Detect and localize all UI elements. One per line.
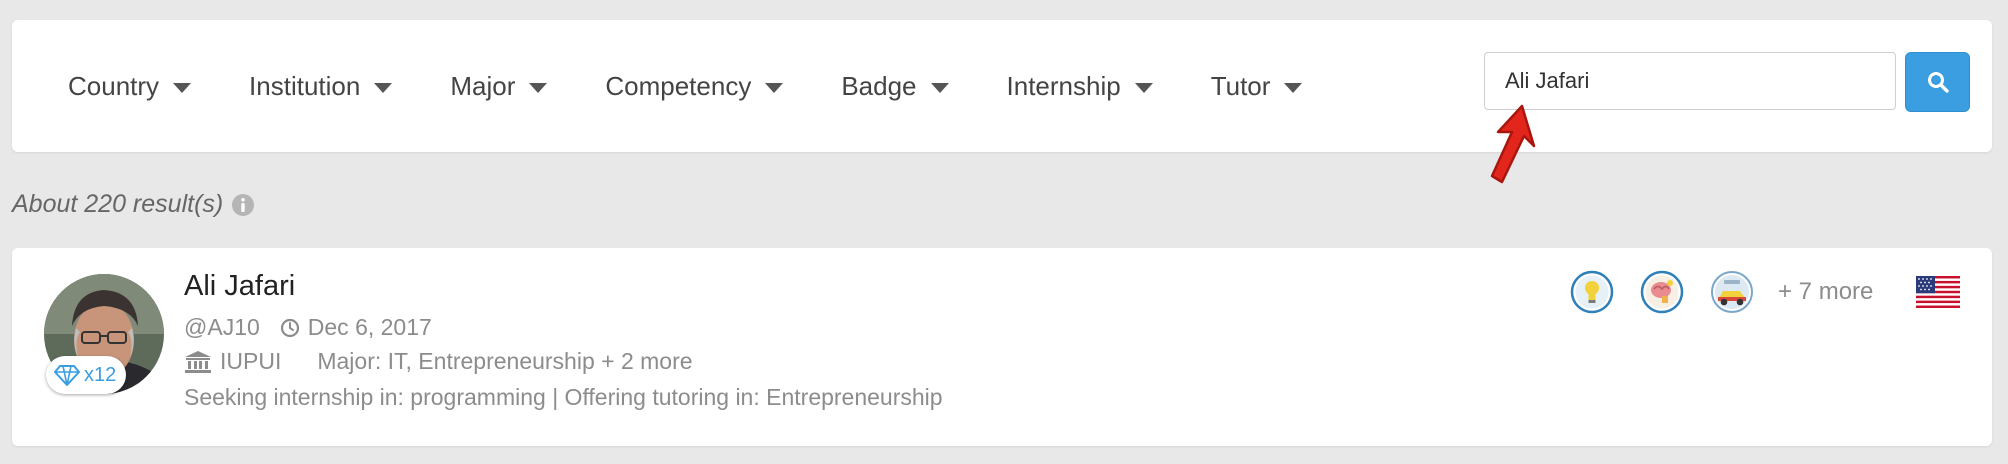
filter-tutor-label: Tutor — [1210, 70, 1271, 101]
institution-name: IUPUI — [220, 348, 282, 374]
meta-institution-major: IUPUI Major: IT, Entrepreneurship + 2 mo… — [184, 348, 693, 375]
seeking-offering-text: Seeking internship in: programming | Off… — [184, 384, 943, 410]
filter-country-label: Country — [68, 70, 160, 101]
filter-competency-label: Competency — [605, 70, 752, 101]
chevron-down-icon — [173, 83, 192, 93]
search-button[interactable] — [1905, 52, 1970, 112]
filter-country[interactable]: Country — [68, 70, 192, 102]
join-date-text: Dec 6, 2017 — [307, 314, 432, 340]
chevron-down-icon — [529, 83, 548, 93]
chevron-down-icon — [374, 83, 393, 93]
us-flag-icon — [1916, 276, 1960, 308]
more-badges-link[interactable]: + 7 more — [1778, 278, 1873, 306]
filter-major-label: Major — [450, 70, 516, 101]
chevron-down-icon — [765, 83, 784, 93]
badge-list: + 7 more — [1570, 270, 1873, 314]
chevron-down-icon — [1284, 83, 1303, 93]
filter-tutor[interactable]: Tutor — [1211, 71, 1303, 102]
result-card[interactable]: x12 Ali Jafari @AJ10 Dec 6, 2017 IUPUI M… — [12, 248, 1992, 446]
join-date: Dec 6, 2017 — [280, 314, 432, 341]
race-car-badge-icon[interactable] — [1710, 270, 1754, 314]
filter-badge[interactable]: Badge — [841, 70, 949, 102]
chevron-down-icon — [1134, 83, 1153, 93]
filter-badge-label: Badge — [841, 70, 917, 101]
results-count: About 220 result(s) — [12, 190, 255, 219]
chevron-down-icon — [930, 83, 949, 93]
filter-dropdowns: Country Institution Major Competency Bad… — [68, 20, 1360, 152]
filter-major[interactable]: Major — [450, 70, 548, 102]
brain-badge-icon[interactable] — [1640, 270, 1684, 314]
filter-institution-label: Institution — [249, 70, 361, 101]
user-name[interactable]: Ali Jafari — [184, 270, 295, 303]
filter-internship[interactable]: Internship — [1007, 71, 1153, 102]
diamond-count-badge: x12 — [46, 356, 127, 394]
clock-icon — [280, 318, 299, 337]
user-handle: @AJ10 — [184, 314, 260, 340]
filter-internship-label: Internship — [1006, 70, 1121, 101]
diamond-count: x12 — [84, 363, 117, 386]
search-icon — [1927, 72, 1949, 93]
diamond-icon — [54, 365, 80, 386]
info-icon[interactable] — [231, 193, 255, 217]
major-text: Major: IT, Entrepreneurship + 2 more — [317, 348, 693, 374]
institution-icon — [185, 350, 211, 373]
filter-competency[interactable]: Competency — [605, 70, 784, 102]
meta-handle-date: @AJ10 Dec 6, 2017 — [184, 314, 432, 341]
results-count-text: About 220 result(s) — [12, 190, 224, 218]
filter-institution[interactable]: Institution — [249, 70, 393, 102]
filter-bar: Country Institution Major Competency Bad… — [12, 20, 1992, 152]
lightbulb-badge-icon[interactable] — [1570, 270, 1614, 314]
red-arrow-icon — [1490, 104, 1536, 184]
